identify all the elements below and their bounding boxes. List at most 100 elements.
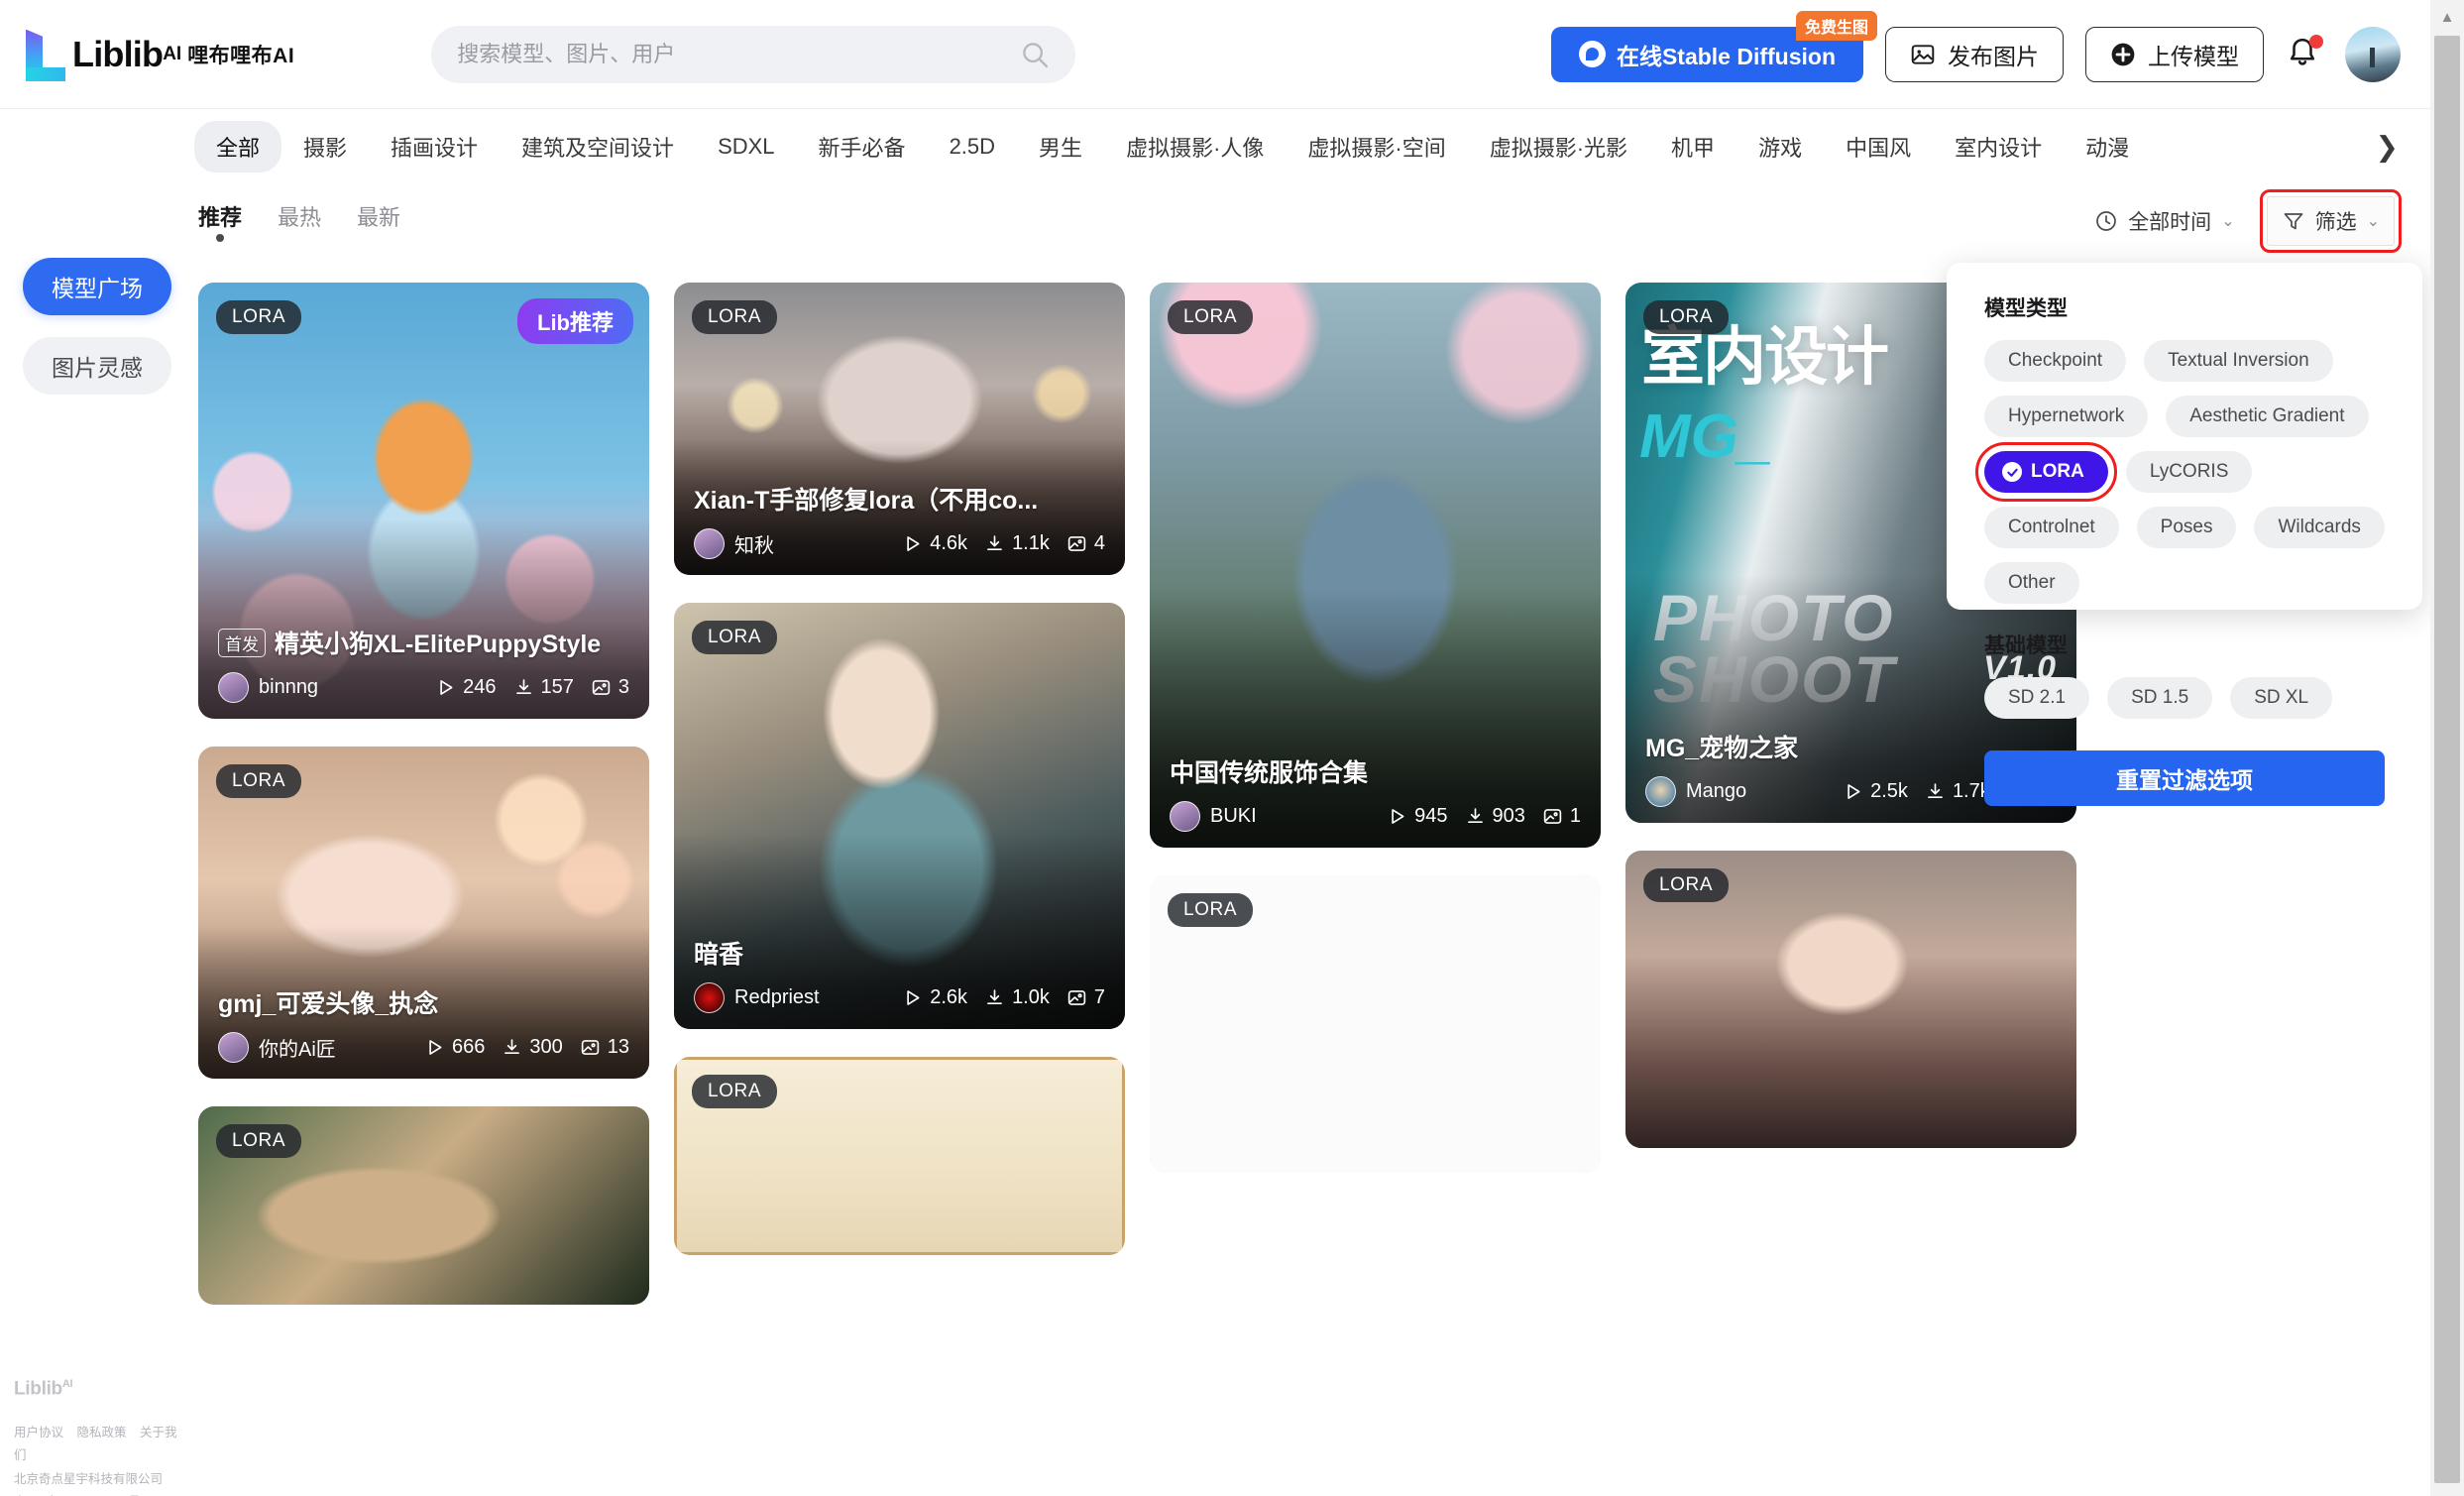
gallery-icon: [581, 1040, 599, 1055]
chip-controlnet[interactable]: Controlnet: [1984, 507, 2119, 548]
category-interior-design[interactable]: 室内设计: [1933, 121, 2064, 173]
chevron-down-icon: ⌄: [2221, 212, 2235, 230]
global-search[interactable]: [431, 25, 1076, 83]
card-meta: 知秋 4.6k 1.1k 4: [694, 528, 1105, 559]
category-illustration[interactable]: 插画设计: [369, 121, 500, 173]
stat-views: 4.6k: [902, 532, 967, 555]
category-photography[interactable]: 摄影: [281, 121, 369, 173]
card-stats: 945 903 1: [1387, 805, 1581, 828]
footer-icp[interactable]: 京ICP备2023015442号: [14, 1491, 194, 1496]
chip-sd-15[interactable]: SD 1.5: [2107, 677, 2213, 719]
vertical-scrollbar[interactable]: ▲: [2430, 0, 2464, 1496]
category-nav: 全部 摄影 插画设计 建筑及空间设计 SDXL 新手必备 2.5D 男生 虚拟摄…: [0, 110, 2430, 183]
stat-downloads: 903: [1465, 805, 1525, 828]
model-card[interactable]: LORA 中国传统服饰合集 BUKI 945 903 1: [1150, 283, 1601, 848]
category-chinese-style[interactable]: 中国风: [1824, 121, 1933, 173]
author-name: Redpriest: [734, 986, 820, 1008]
model-card[interactable]: LORA: [1625, 851, 2076, 1148]
chip-lycoris[interactable]: LyCORIS: [2125, 451, 2253, 493]
chip-other[interactable]: Other: [1984, 562, 2079, 604]
category-all[interactable]: 全部: [194, 121, 282, 173]
chip-hypernetwork[interactable]: Hypernetwork: [1984, 396, 2149, 437]
images-count: 4: [1093, 532, 1105, 554]
category-architecture[interactable]: 建筑及空间设计: [500, 121, 696, 173]
model-card[interactable]: LORA Xian-T手部修复lora（不用co... 知秋 4.6k 1.1k…: [674, 283, 1125, 575]
model-card[interactable]: LORA Lib推荐 首发 精英小狗XL-ElitePuppyStyle bin…: [198, 283, 649, 719]
category-male[interactable]: 男生: [1017, 121, 1104, 173]
tab-recommended[interactable]: 推荐: [198, 200, 242, 242]
chip-lora[interactable]: LORA: [1975, 442, 2117, 502]
category-25d[interactable]: 2.5D: [928, 124, 1017, 170]
chip-lora-label: LORA: [2031, 461, 2084, 482]
card-author[interactable]: 你的Ai匠: [218, 1032, 336, 1063]
reset-filters-button[interactable]: 重置过滤选项: [1984, 750, 2385, 806]
author-name: Mango: [1686, 780, 1747, 802]
stat-views: 666: [424, 1036, 485, 1059]
card-recommend-ribbon: Lib推荐: [517, 298, 633, 344]
card-type-tag: LORA: [692, 621, 778, 654]
user-avatar[interactable]: [2345, 26, 2401, 82]
chip-aesthetic-gradient[interactable]: Aesthetic Gradient: [2166, 396, 2369, 437]
model-card[interactable]: LORA gmj_可爱头像_执念 你的Ai匠 666 300 13: [198, 747, 649, 1079]
chevron-up-icon[interactable]: ▲: [2430, 0, 2464, 34]
chip-sd-21[interactable]: SD 2.1: [1984, 677, 2090, 719]
logo-superscript: AI: [163, 43, 182, 64]
model-card[interactable]: LORA 暗香 Redpriest 2.6k 1.0k 7: [674, 603, 1125, 1029]
card-author[interactable]: Mango: [1645, 776, 1746, 807]
card-first-release-badge: 首发: [218, 628, 266, 657]
card-author[interactable]: BUKI: [1170, 801, 1257, 832]
category-mecha[interactable]: 机甲: [1649, 121, 1736, 173]
category-anime[interactable]: 动漫: [2064, 121, 2151, 173]
scrollbar-thumb[interactable]: [2434, 36, 2460, 1483]
upload-model-button[interactable]: 上传模型: [2085, 26, 2264, 82]
card-author[interactable]: binnng: [218, 672, 318, 703]
model-card[interactable]: LORA: [198, 1106, 649, 1305]
chip-sd-xl[interactable]: SD XL: [2230, 677, 2333, 719]
card-type-tag: LORA: [1643, 300, 1730, 334]
chevron-right-icon[interactable]: ❯: [2366, 127, 2408, 168]
filter-button[interactable]: 筛选 ⌄: [2259, 188, 2403, 253]
plus-circle-icon: [2111, 43, 2135, 65]
search-icon[interactable]: [1020, 40, 1050, 69]
chip-checkpoint[interactable]: Checkpoint: [1984, 340, 2127, 382]
rail-item-image-inspiration[interactable]: 图片灵感: [23, 337, 171, 395]
search-input[interactable]: [457, 41, 1021, 67]
link-privacy-policy[interactable]: 隐私政策: [77, 1426, 127, 1439]
card-author[interactable]: Redpriest: [694, 982, 820, 1013]
chip-wildcards[interactable]: Wildcards: [2254, 507, 2385, 548]
online-stable-diffusion-button[interactable]: 在线Stable Diffusion 免费生图: [1550, 10, 1877, 82]
card-art-text-cn: 室内设计: [1641, 321, 1889, 393]
category-beginner[interactable]: 新手必备: [797, 121, 928, 173]
card-meta: 你的Ai匠 666 300 13: [218, 1032, 629, 1063]
category-virtual-space[interactable]: 虚拟摄影·空间: [1286, 121, 1467, 173]
views-count: 246: [463, 676, 497, 698]
rail-item-model-plaza[interactable]: 模型广场: [23, 258, 171, 315]
link-user-agreement[interactable]: 用户协议: [14, 1426, 63, 1439]
model-card[interactable]: LORA: [1150, 875, 1601, 1173]
stat-views: 945: [1387, 805, 1448, 828]
clock-icon: [2096, 210, 2117, 231]
site-logo[interactable]: Liblib AI 哩布哩布AI: [22, 28, 294, 81]
tab-hottest[interactable]: 最热: [278, 200, 321, 242]
author-avatar: [218, 1032, 249, 1063]
stat-downloads: 1.1k: [984, 532, 1050, 555]
category-sdxl[interactable]: SDXL: [696, 124, 796, 170]
publish-image-button[interactable]: 发布图片: [1885, 26, 2064, 82]
card-meta: binnng 246 157 3: [218, 672, 629, 703]
images-count: 3: [617, 676, 629, 698]
notifications-button[interactable]: [2286, 34, 2323, 74]
downloads-count: 1.0k: [1012, 986, 1050, 1008]
app-header: LiblibAI 哩布哩布AI 在线Stable Diffusion 免费生图: [0, 0, 2430, 109]
footer-logo-text: Liblib: [14, 1378, 62, 1400]
category-list: 全部 摄影 插画设计 建筑及空间设计 SDXL 新手必备 2.5D 男生 虚拟摄…: [194, 121, 2151, 173]
model-card[interactable]: LORA: [674, 1057, 1125, 1255]
category-virtual-light[interactable]: 虚拟摄影·光影: [1468, 121, 1649, 173]
chip-textual-inversion[interactable]: Textual Inversion: [2144, 340, 2333, 382]
time-filter-dropdown[interactable]: 全部时间 ⌄: [2080, 197, 2248, 245]
card-author[interactable]: 知秋: [694, 528, 774, 559]
chip-poses[interactable]: Poses: [2136, 507, 2237, 548]
category-virtual-portrait[interactable]: 虚拟摄影·人像: [1104, 121, 1286, 173]
card-info: Xian-T手部修复lora（不用co... 知秋 4.6k 1.1k 4: [674, 481, 1125, 575]
category-game[interactable]: 游戏: [1736, 121, 1824, 173]
tab-newest[interactable]: 最新: [357, 200, 400, 242]
